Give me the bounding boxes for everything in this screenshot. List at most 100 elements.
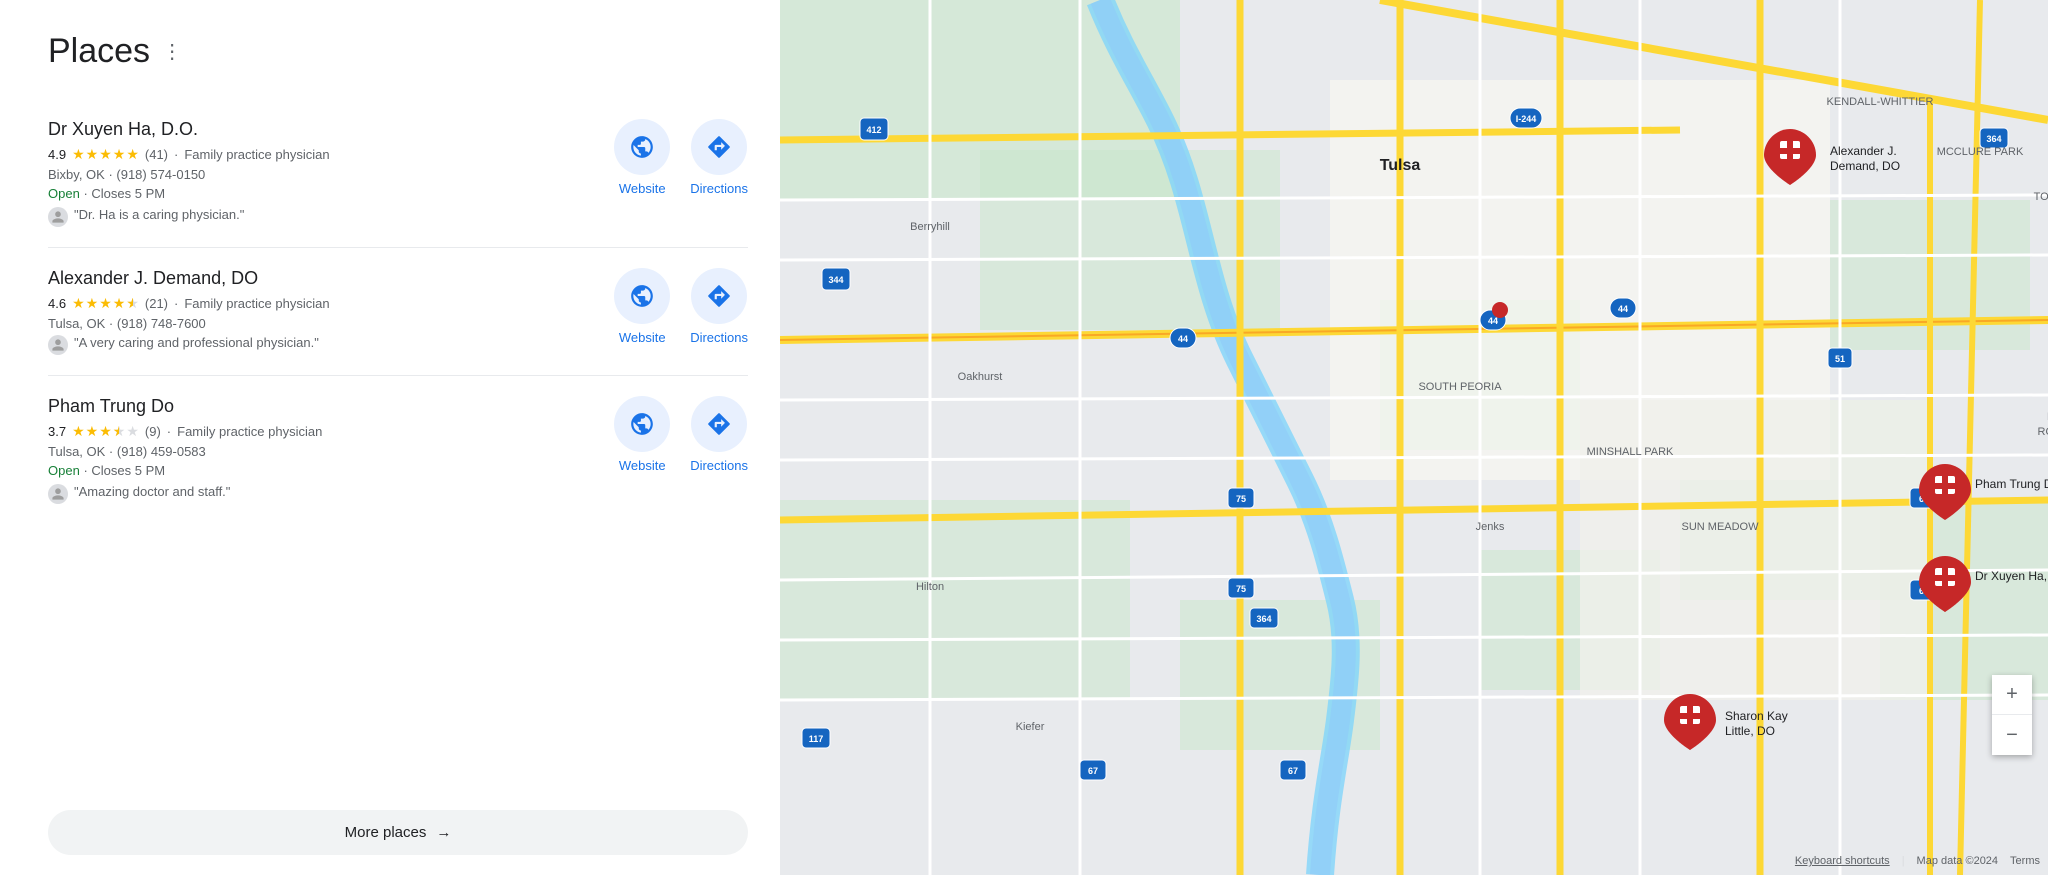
place-info: Pham Trung Do 3.7 ★★★★★★ (9) · Family pr…: [48, 396, 614, 504]
directions-label: Directions: [690, 181, 748, 196]
place-list: Dr Xuyen Ha, D.O. 4.9 ★★★★★ (41) · Famil…: [48, 99, 748, 790]
svg-text:44: 44: [1488, 316, 1498, 326]
svg-text:Demand, DO: Demand, DO: [1830, 159, 1900, 173]
list-item: Pham Trung Do 3.7 ★★★★★★ (9) · Family pr…: [48, 376, 748, 524]
svg-text:364: 364: [1256, 614, 1271, 624]
svg-text:Pham Trung Do: Pham Trung Do: [1975, 477, 2048, 491]
action-buttons: Website Directions: [614, 396, 748, 473]
website-icon-circle: [614, 396, 670, 452]
more-places-button[interactable]: More places →: [48, 810, 748, 855]
directions-button[interactable]: Directions: [690, 268, 748, 345]
terms-link[interactable]: Terms: [2010, 855, 2040, 867]
directions-icon-circle: [691, 396, 747, 452]
place-address: Bixby, OK · (918) 574-0150: [48, 167, 594, 182]
action-buttons: Website Directions: [614, 119, 748, 196]
website-icon-circle: [614, 268, 670, 324]
directions-button[interactable]: Directions: [690, 119, 748, 196]
category: Family practice physician: [184, 147, 329, 162]
website-button[interactable]: Website: [614, 119, 670, 196]
review-count: (9): [145, 424, 161, 439]
website-icon-circle: [614, 119, 670, 175]
directions-icon-circle: [691, 119, 747, 175]
svg-text:67: 67: [1288, 766, 1298, 776]
list-item: Alexander J. Demand, DO 4.6 ★★★★★★ (21) …: [48, 248, 748, 376]
more-places-arrow: →: [436, 824, 451, 841]
place-address: Tulsa, OK · (918) 459-0583: [48, 444, 594, 459]
svg-text:51: 51: [1835, 354, 1845, 364]
svg-text:Hilton: Hilton: [916, 581, 944, 593]
place-status: Open · Closes 5 PM: [48, 186, 594, 201]
review-text: "A very caring and professional physicia…: [74, 335, 319, 350]
website-label: Website: [619, 181, 666, 196]
rating-number: 3.7: [48, 424, 66, 439]
place-name[interactable]: Pham Trung Do: [48, 396, 594, 417]
map-panel: 412 344 44 44 64 64: [780, 0, 2048, 875]
map-controls: + −: [1992, 675, 2032, 755]
category: Family practice physician: [177, 424, 322, 439]
svg-text:Sharon Kay: Sharon Kay: [1725, 709, 1788, 723]
svg-text:KENDALL-WHITTIER: KENDALL-WHITTIER: [1827, 96, 1934, 108]
svg-text:44: 44: [1618, 304, 1628, 314]
svg-text:Tulsa: Tulsa: [1380, 157, 1421, 174]
directions-button[interactable]: Directions: [690, 396, 748, 473]
open-status: Open: [48, 186, 80, 201]
place-address: Tulsa, OK · (918) 748-7600: [48, 316, 594, 331]
svg-text:ROSE DISTRICT: ROSE DISTRICT: [2038, 426, 2048, 438]
svg-text:SUN MEADOW: SUN MEADOW: [1682, 521, 1760, 533]
place-actions: Website Directions: [614, 268, 748, 345]
more-places-label: More places: [345, 824, 427, 841]
svg-text:75: 75: [1236, 584, 1246, 594]
place-rating: 4.6 ★★★★★★ (21) · Family practice physic…: [48, 295, 594, 312]
svg-text:Berryhill: Berryhill: [910, 221, 950, 233]
svg-text:67: 67: [1088, 766, 1098, 776]
svg-text:Oakhurst: Oakhurst: [958, 371, 1003, 383]
more-options-icon[interactable]: ⋮: [162, 39, 182, 64]
close-time: · Closes 5 PM: [83, 463, 165, 478]
svg-text:44: 44: [1178, 334, 1188, 344]
place-review: "A very caring and professional physicia…: [48, 335, 594, 355]
review-text: "Amazing doctor and staff.": [74, 484, 230, 499]
avatar: [48, 335, 68, 355]
category: Family practice physician: [184, 296, 329, 311]
rating-number: 4.6: [48, 296, 66, 311]
place-rating: 3.7 ★★★★★★ (9) · Family practice physici…: [48, 423, 594, 440]
website-label: Website: [619, 458, 666, 473]
avatar: [48, 484, 68, 504]
website-button[interactable]: Website: [614, 268, 670, 345]
svg-text:MINSHALL PARK: MINSHALL PARK: [1587, 446, 1674, 458]
place-name[interactable]: Alexander J. Demand, DO: [48, 268, 594, 289]
zoom-out-button[interactable]: −: [1992, 715, 2032, 755]
rating-number: 4.9: [48, 147, 66, 162]
place-info: Dr Xuyen Ha, D.O. 4.9 ★★★★★ (41) · Famil…: [48, 119, 614, 227]
page-title: Places: [48, 32, 150, 71]
svg-text:Dr Xuyen Ha, D.O.: Dr Xuyen Ha, D.O.: [1975, 569, 2048, 583]
separator: ·: [174, 147, 178, 162]
action-buttons: Website Directions: [614, 268, 748, 345]
svg-text:364: 364: [1986, 134, 2001, 144]
website-button[interactable]: Website: [614, 396, 670, 473]
map-svg: 412 344 44 44 64 64: [780, 0, 2048, 875]
website-label: Website: [619, 330, 666, 345]
directions-icon-circle: [691, 268, 747, 324]
places-header: Places ⋮: [48, 32, 748, 71]
svg-text:Kiefer: Kiefer: [1016, 721, 1045, 733]
svg-text:I-244: I-244: [1516, 114, 1537, 124]
separator: ·: [174, 296, 178, 311]
review-text: "Dr. Ha is a caring physician.": [74, 207, 244, 222]
directions-label: Directions: [690, 330, 748, 345]
place-review: "Amazing doctor and staff.": [48, 484, 594, 504]
svg-text:TOWER HEIGHTS: TOWER HEIGHTS: [2034, 191, 2048, 203]
svg-text:Alexander J.: Alexander J.: [1830, 144, 1897, 158]
map-container: 412 344 44 44 64 64: [780, 0, 2048, 875]
map-footer: Keyboard shortcuts | Map data ©2024 Term…: [1795, 855, 2040, 867]
place-review: "Dr. Ha is a caring physician.": [48, 207, 594, 227]
close-time: · Closes 5 PM: [83, 186, 165, 201]
place-actions: Website Directions: [614, 119, 748, 196]
review-count: (41): [145, 147, 168, 162]
place-name[interactable]: Dr Xuyen Ha, D.O.: [48, 119, 594, 140]
svg-text:75: 75: [1236, 494, 1246, 504]
zoom-in-button[interactable]: +: [1992, 675, 2032, 715]
separator: ·: [167, 424, 171, 439]
keyboard-shortcuts-link[interactable]: Keyboard shortcuts: [1795, 855, 1890, 867]
open-status: Open: [48, 463, 80, 478]
